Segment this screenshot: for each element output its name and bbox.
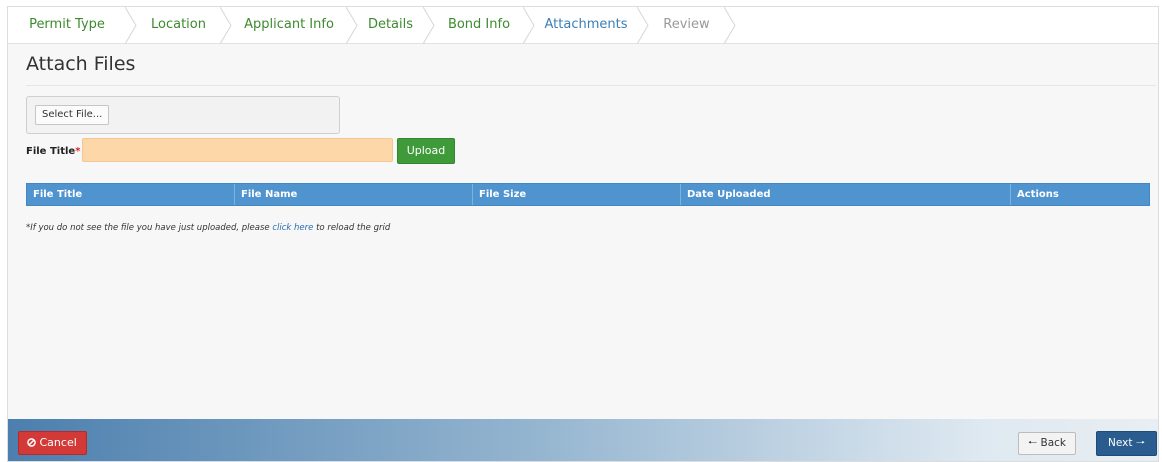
file-title-label-text: File Title xyxy=(26,146,76,157)
arrow-left-icon: 🠐 xyxy=(1027,437,1038,449)
column-header-actions: Actions xyxy=(1017,189,1059,200)
step-bond-info[interactable]: Bond Info xyxy=(434,7,524,44)
select-file-button[interactable]: Select File... xyxy=(35,105,110,125)
step-permit-type[interactable]: Permit Type xyxy=(8,7,126,44)
file-select-area: Select File... xyxy=(26,96,340,134)
required-marker: * xyxy=(75,146,81,157)
reload-grid-link[interactable]: click here xyxy=(272,223,313,233)
page-title: Attach Files xyxy=(26,53,136,75)
attachments-grid-header: File Title File Name File Size Date Uplo… xyxy=(26,183,1150,206)
back-button[interactable]: 🠐 Back xyxy=(1018,432,1076,455)
step-location[interactable]: Location xyxy=(136,7,221,44)
title-divider xyxy=(26,85,1156,86)
note-suffix: to reload the grid xyxy=(313,223,391,233)
cancel-button[interactable]: Cancel xyxy=(18,431,87,455)
upload-button[interactable]: Upload xyxy=(397,138,455,164)
step-review[interactable]: Review xyxy=(648,7,725,44)
wizard-steps: Permit Type Location Applicant Info Deta… xyxy=(8,7,1158,44)
cancel-button-label: Cancel xyxy=(39,436,77,449)
file-title-label: File Title* xyxy=(26,146,80,157)
column-header-date-uploaded[interactable]: Date Uploaded xyxy=(681,184,1011,205)
reload-grid-note: *If you do not see the file you have jus… xyxy=(26,223,390,233)
column-header-file-size[interactable]: File Size xyxy=(473,184,681,205)
step-applicant-info[interactable]: Applicant Info xyxy=(231,7,347,44)
back-button-label: Back xyxy=(1040,437,1067,449)
column-header-file-name[interactable]: File Name xyxy=(235,184,473,205)
ban-icon xyxy=(27,436,36,449)
file-title-input[interactable] xyxy=(82,138,393,162)
next-button[interactable]: Next 🠒 xyxy=(1096,431,1157,456)
step-attachments[interactable]: Attachments xyxy=(534,7,638,44)
step-details[interactable]: Details xyxy=(357,7,424,44)
step-divider xyxy=(724,7,736,44)
wizard-footer: Cancel 🠐 Back Next 🠒 xyxy=(8,419,1158,461)
column-header-file-title[interactable]: File Title xyxy=(27,184,235,205)
next-button-label: Next xyxy=(1108,437,1133,449)
note-prefix: *If you do not see the file you have jus… xyxy=(26,223,273,233)
arrow-right-icon: 🠒 xyxy=(1135,437,1145,449)
wizard-frame: Permit Type Location Applicant Info Deta… xyxy=(7,6,1159,462)
